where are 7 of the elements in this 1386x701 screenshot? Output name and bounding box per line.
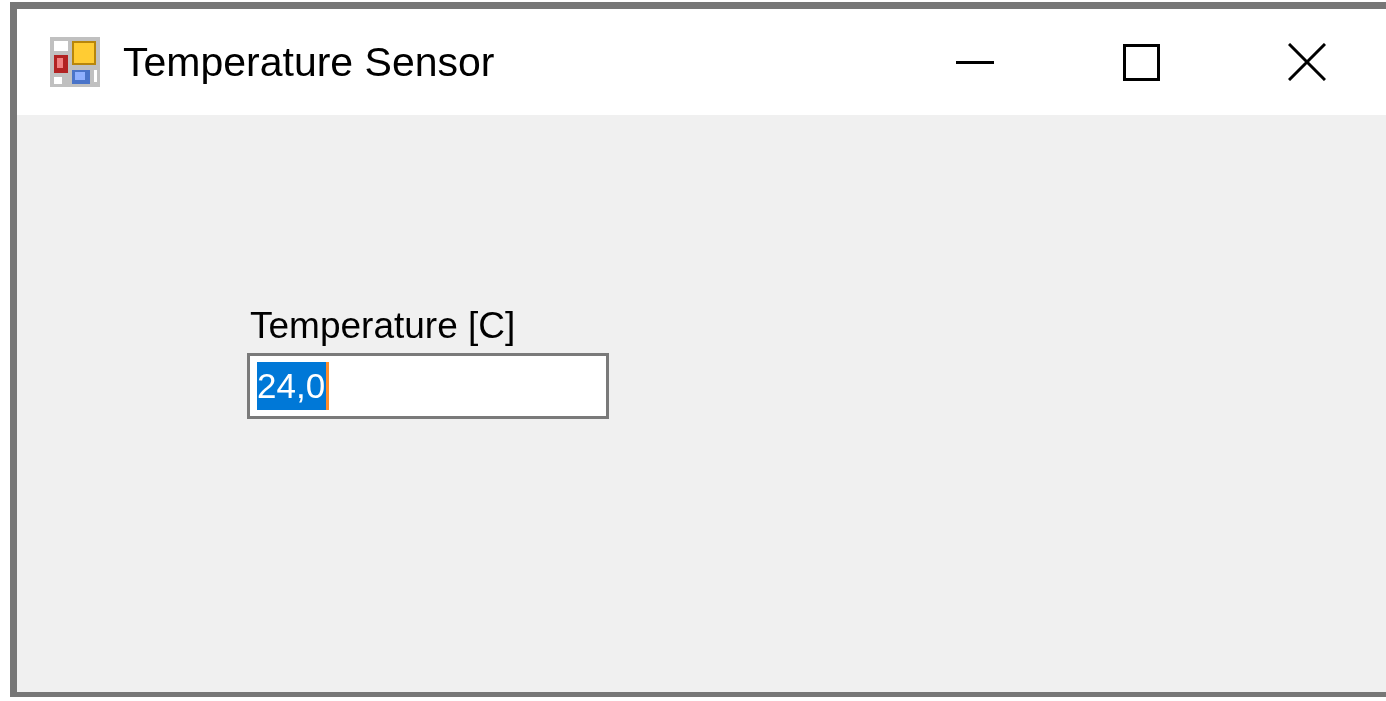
close-icon [1288,43,1326,81]
temperature-field[interactable]: 24,0 [247,353,609,419]
maximize-icon [1122,43,1160,81]
window-title: Temperature Sensor [123,38,495,86]
app-icon [50,37,100,87]
field-label: Temperature [C] [250,305,516,347]
minimize-icon [956,60,994,64]
